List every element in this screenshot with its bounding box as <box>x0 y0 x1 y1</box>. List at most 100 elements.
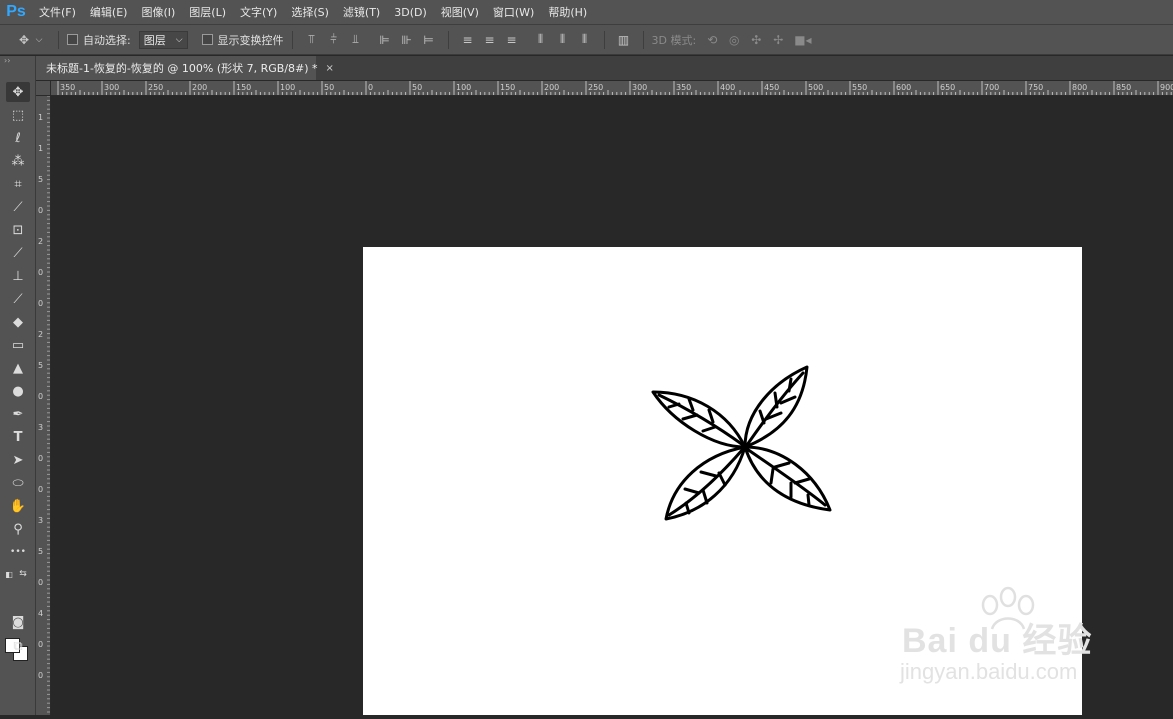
menu-view[interactable]: 视图(V) <box>434 0 486 25</box>
ruler-label: 0 <box>38 640 43 649</box>
distribute-left-icon[interactable]: ⦀ <box>535 32 547 47</box>
ruler-label: 200 <box>544 83 559 92</box>
blur-tool-icon[interactable]: ▲ <box>6 358 30 378</box>
show-transform-checkbox[interactable] <box>201 34 213 45</box>
zoom-tool-icon[interactable]: ⚲ <box>6 519 30 539</box>
menu-help[interactable]: 帮助(H) <box>541 0 594 25</box>
3d-rotate-icon: ⟲ <box>707 32 718 47</box>
distribute-horizontal-center-icon[interactable]: ⦀ <box>557 32 569 47</box>
align-left-icon[interactable]: ⊫ <box>379 33 391 47</box>
vertical-ruler[interactable]: 1 1 5 0 2 0 0 2 5 0 3 0 0 3 5 0 4 0 0 <box>36 96 51 715</box>
distribute-vertical-center-icon[interactable]: ≡ <box>484 33 496 47</box>
ruler-ticks: 1 1 5 0 2 0 0 2 5 0 3 0 0 3 5 0 4 0 0 <box>38 96 50 713</box>
ruler-label: 0 <box>368 83 373 92</box>
dodge-tool-icon[interactable]: ● <box>6 381 30 401</box>
align-right-icon[interactable]: ⊨ <box>423 33 435 47</box>
quick-mask-icon[interactable]: ◙ <box>6 612 30 632</box>
magic-wand-tool-icon[interactable]: ⁂ <box>6 151 30 171</box>
ruler-label: 300 <box>632 83 647 92</box>
ruler-label: 300 <box>104 83 119 92</box>
auto-select-option[interactable]: 自动选择: <box>67 32 131 48</box>
ruler-corner[interactable] <box>36 81 51 96</box>
ruler-label: 250 <box>148 83 163 92</box>
options-bar: ✥ ⌵ 自动选择: 图层 ⌵ 显示变换控件 ⫪ ⫩ ⫫ ⊫ ⊪ ⊨ ≡ ≡ ≡ … <box>0 25 1173 55</box>
move-tool-preset-icon[interactable]: ✥ <box>18 33 30 47</box>
ruler-label: 2 <box>38 237 43 246</box>
ruler-label: 250 <box>588 83 603 92</box>
menu-filter[interactable]: 滤镜(T) <box>336 0 387 25</box>
ruler-label: 5 <box>38 547 43 556</box>
ellipse-tool-icon[interactable]: ⬭ <box>6 473 30 493</box>
crop-tool-icon[interactable]: ⌗ <box>6 174 30 194</box>
chevron-down-icon: ⌵ <box>175 34 183 45</box>
menu-bar: Ps 文件(F) 编辑(E) 图像(I) 图层(L) 文字(Y) 选择(S) 滤… <box>0 0 1173 25</box>
menu-edit[interactable]: 编辑(E) <box>83 0 135 25</box>
3d-scale-icon: ■◂ <box>794 32 812 47</box>
ruler-label: 350 <box>60 83 75 92</box>
lasso-tool-icon[interactable]: ℓ <box>6 128 30 148</box>
marquee-tool-icon[interactable]: ⬚ <box>6 105 30 125</box>
swap-colors-icon[interactable]: ⇆ <box>18 564 28 584</box>
ruler-label: 150 <box>500 83 515 92</box>
align-horizontal-center-icon[interactable]: ⊪ <box>401 33 413 47</box>
photoshop-logo-icon: Ps <box>6 3 26 20</box>
ruler-label: 3 <box>38 423 43 432</box>
menu-layer[interactable]: 图层(L) <box>182 0 233 25</box>
distribute-top-icon[interactable]: ≡ <box>462 33 474 47</box>
horizontal-ruler[interactable]: 350 300 250 200 150 100 50 0 50 100 150 200 250 300 35… <box>51 81 1173 96</box>
align-top-icon[interactable]: ⫪ <box>306 32 318 47</box>
document-tab-title: 未标题-1-恢复的-恢复的 @ 100% (形状 7, RGB/8#) * <box>46 62 318 75</box>
align-bottom-icon[interactable]: ⫫ <box>350 32 362 47</box>
document-tab[interactable]: 未标题-1-恢复的-恢复的 @ 100% (形状 7, RGB/8#) * × <box>36 56 334 80</box>
auto-select-dropdown[interactable]: 图层 ⌵ <box>138 30 188 49</box>
panel-collapse-icon[interactable]: ›› <box>0 56 35 66</box>
divider <box>603 30 605 49</box>
auto-select-value: 图层 <box>143 33 166 47</box>
menu-window[interactable]: 窗口(W) <box>486 0 541 25</box>
menu-file[interactable]: 文件(F) <box>32 0 83 25</box>
ruler-label: 700 <box>984 83 999 92</box>
stamp-tool-icon[interactable]: ⊥ <box>6 266 30 286</box>
watermark-url: jingyan.baidu.com <box>900 659 1078 684</box>
ruler-label: 1 <box>38 113 43 122</box>
ruler-label: 100 <box>456 83 471 92</box>
patch-tool-icon[interactable]: ⊡ <box>6 220 30 240</box>
close-icon[interactable]: × <box>326 63 334 74</box>
more-tools-icon[interactable]: ••• <box>6 542 30 562</box>
menu-image[interactable]: 图像(I) <box>134 0 182 25</box>
eyedropper-tool-icon[interactable]: ⟋ <box>6 197 30 217</box>
ruler-label: 5 <box>38 175 43 184</box>
menu-3d[interactable]: 3D(D) <box>387 0 434 25</box>
hand-tool-icon[interactable]: ✋ <box>6 496 30 516</box>
path-selection-tool-icon[interactable]: ➤ <box>6 450 30 470</box>
distribute-right-icon[interactable]: ⦀ <box>579 32 591 47</box>
baidu-watermark: Bai du 经验 jingyan.baidu.com <box>848 585 1108 695</box>
history-brush-tool-icon[interactable]: ⟋ <box>6 289 30 309</box>
ruler-label: 5 <box>38 361 43 370</box>
watermark-brand: Bai du 经验 <box>902 622 1093 660</box>
pen-tool-icon[interactable]: ✒ <box>6 404 30 424</box>
default-colors-icon[interactable]: ◧ <box>4 564 14 584</box>
move-tool-icon[interactable]: ✥ <box>6 82 30 102</box>
3d-drag-icon: ✣ <box>751 32 762 47</box>
show-transform-option[interactable]: 显示变换控件 <box>201 32 284 48</box>
brush-tool-icon[interactable]: ⟋ <box>6 243 30 263</box>
ruler-label: 600 <box>896 83 911 92</box>
ruler-label: 50 <box>412 83 422 92</box>
ruler-label: 0 <box>38 268 43 277</box>
ruler-label: 4 <box>38 609 43 618</box>
auto-align-icon[interactable]: ▥ <box>618 33 630 47</box>
ruler-label: 550 <box>852 83 867 92</box>
chevron-down-icon[interactable]: ⌵ <box>33 35 45 45</box>
menu-type[interactable]: 文字(Y) <box>233 0 284 25</box>
ruler-label: 3 <box>38 516 43 525</box>
gradient-tool-icon[interactable]: ▭ <box>6 335 30 355</box>
menu-select[interactable]: 选择(S) <box>284 0 336 25</box>
eraser-tool-icon[interactable]: ◆ <box>6 312 30 332</box>
auto-select-checkbox[interactable] <box>67 34 78 45</box>
align-vertical-center-icon[interactable]: ⫩ <box>328 32 340 47</box>
distribute-bottom-icon[interactable]: ≡ <box>506 33 518 47</box>
type-tool-icon[interactable]: T <box>6 427 30 447</box>
ruler-label: 0 <box>38 206 43 215</box>
screen-mode-icon[interactable]: ⧉ <box>6 636 30 656</box>
